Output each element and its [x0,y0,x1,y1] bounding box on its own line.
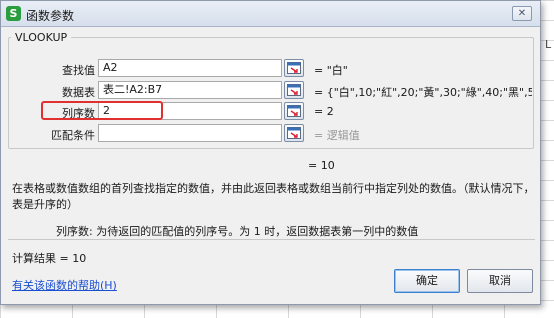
arg-label-range-lookup: 匹配条件 [51,129,95,142]
range-lookup-input[interactable] [98,124,282,142]
dialog-titlebar[interactable]: S 函数参数 ✕ [1,1,540,27]
table-array-input[interactable]: 表二!A2:B7 [98,81,282,99]
function-description: 在表格或数值数组的首列查找指定的数值，并由此返回表格或数组当前行中指定列处的数值… [12,182,535,211]
lookup-value-result: = "白" [314,64,348,77]
ok-button[interactable]: 确定 [394,269,460,293]
close-icon: ✕ [517,8,527,19]
collapse-dialog-icon [287,62,301,74]
argument-description: 列序数: 为待返回的匹配值的列序号。为 1 时，返回数据表第一列中的数值 [56,225,419,238]
function-arguments-dialog: S 函数参数 ✕ VLOOKUP 查找值 A2 = "白" 数据表 表二!A2:… [0,0,541,305]
cancel-button[interactable]: 取消 [467,269,533,293]
collapse-dialog-icon [287,84,301,96]
range-lookup-ref-button[interactable] [284,124,304,142]
column-header-letter: L [545,38,552,51]
wps-app-icon: S [6,6,21,21]
divider [8,239,535,240]
table-array-ref-button[interactable] [284,81,304,99]
calculation-result: 计算结果 = 10 [12,252,87,265]
collapse-dialog-icon [287,127,301,139]
function-name-label: VLOOKUP [11,31,72,44]
arg-label-table-array: 数据表 [62,86,95,99]
dialog-title: 函数参数 [26,9,75,23]
lookup-value-ref-button[interactable] [284,59,304,77]
range-lookup-result: = 逻辑值 [314,129,360,142]
arg-label-lookup-value: 查找值 [62,64,95,77]
table-array-result: = {"白",10;"紅",20;"黃",30;"綠",40;"黑",50;".… [314,86,532,99]
highlight-annotation [41,101,163,120]
col-index-ref-button[interactable] [284,102,304,120]
formula-result: = 10 [308,159,335,172]
close-button[interactable]: ✕ [512,6,532,21]
col-index-result: = 2 [314,105,334,118]
function-help-link[interactable]: 有关该函数的帮助(H) [12,277,117,293]
lookup-value-input[interactable]: A2 [98,59,282,77]
collapse-dialog-icon [287,105,301,117]
